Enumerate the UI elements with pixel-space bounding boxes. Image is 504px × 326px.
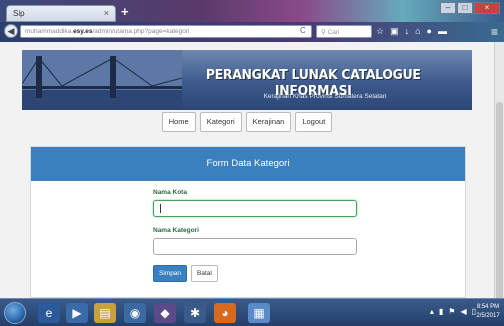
url-path: /admin/utama.php?page=kategori bbox=[92, 28, 190, 35]
cancel-button[interactable]: Batal bbox=[191, 265, 218, 282]
category-label: Nama Kategori bbox=[153, 227, 199, 234]
form-heading: Form Data Kategori bbox=[31, 147, 465, 181]
scrollbar-thumb[interactable] bbox=[496, 102, 503, 302]
browser-tab[interactable]: Sip × bbox=[6, 5, 116, 22]
save-button[interactable]: Simpan bbox=[153, 265, 188, 282]
address-bar[interactable]: muhammaddika.esy.es/admin/utama.php?page… bbox=[20, 25, 312, 38]
clock-date: 2/5/2017 bbox=[476, 313, 500, 319]
taskbar: e ▶ ▤ ◉ ◆ ✱ ◕ ▦ ▴ ▮ ⚑ ◀ ▯ 8:54 PM 2/5/20… bbox=[0, 298, 504, 326]
browser-navbar: ◀ muhammaddika.esy.es/admin/utama.php?pa… bbox=[0, 22, 504, 42]
star-icon[interactable]: ☆ bbox=[376, 26, 384, 37]
clock-time: 8:54 PM bbox=[476, 304, 500, 310]
minimize-button[interactable]: – bbox=[440, 2, 456, 14]
search-icon: ⚲ bbox=[321, 29, 326, 36]
start-button[interactable] bbox=[4, 302, 26, 324]
city-group: Nama Kota bbox=[153, 189, 363, 217]
app-icon[interactable]: ◆ bbox=[154, 303, 176, 323]
toolbar-icons: ☆ ▣ ↓ ⌂ ● ▬ bbox=[376, 26, 447, 37]
volume-icon[interactable]: ◀ bbox=[460, 307, 466, 316]
main-menu: Home Kategori Kerajinan Logout bbox=[0, 112, 494, 132]
close-window-button[interactable]: × bbox=[474, 2, 500, 14]
form-panel: Form Data Kategori Nama Kota Nama Katego… bbox=[30, 146, 466, 298]
city-label: Nama Kota bbox=[153, 189, 187, 196]
clipboard-icon[interactable]: ▣ bbox=[390, 26, 399, 37]
clock[interactable]: 8:54 PM 2/5/2017 bbox=[476, 303, 500, 321]
city-input[interactable] bbox=[153, 200, 357, 217]
back-button[interactable]: ◀ bbox=[4, 24, 18, 38]
category-form: Nama Kota Nama Kategori Simpan Batal bbox=[153, 189, 363, 282]
search-placeholder: Cari bbox=[327, 29, 340, 36]
new-tab-button[interactable]: + bbox=[121, 4, 129, 19]
show-hidden-icon[interactable]: ▴ bbox=[430, 307, 434, 316]
url-prefix: muhammaddika. bbox=[25, 28, 74, 35]
bridge-image bbox=[22, 50, 182, 110]
text-caret bbox=[160, 204, 161, 213]
app2-icon[interactable]: ✱ bbox=[184, 303, 206, 323]
window-controls: – □ × bbox=[440, 2, 500, 14]
category-group: Nama Kategori bbox=[153, 227, 363, 255]
page-subtitle: Kerajinan Khas Provinsi Sumatera Selatan bbox=[263, 93, 387, 100]
system-tray: ▴ ▮ ⚑ ◀ ▯ bbox=[430, 307, 476, 316]
download-icon[interactable]: ↓ bbox=[405, 26, 410, 37]
flag-icon[interactable]: ⚑ bbox=[448, 307, 455, 316]
tab-title: Sip bbox=[13, 9, 25, 18]
menu-kategori[interactable]: Kategori bbox=[199, 112, 242, 132]
menu-kerajinan[interactable]: Kerajinan bbox=[245, 112, 292, 132]
pocket-icon[interactable]: ● bbox=[427, 26, 432, 37]
browser-titlebar: Sip × + – □ × bbox=[0, 0, 504, 22]
search-input[interactable]: ⚲ Cari bbox=[316, 25, 372, 38]
folder-icon[interactable]: ▤ bbox=[94, 303, 116, 323]
menu-home[interactable]: Home bbox=[161, 112, 196, 132]
app3-icon[interactable]: ▦ bbox=[248, 303, 270, 323]
chrome-icon[interactable]: ◉ bbox=[124, 303, 146, 323]
tab-close-icon[interactable]: × bbox=[104, 8, 109, 18]
ie-icon[interactable]: e bbox=[38, 303, 60, 323]
url-domain: esy.es bbox=[73, 28, 93, 35]
firefox-icon[interactable]: ◕ bbox=[214, 303, 236, 323]
menu-logout[interactable]: Logout bbox=[295, 112, 333, 132]
home-icon[interactable]: ⌂ bbox=[415, 26, 420, 37]
page-viewport: PERANGKAT LUNAK CATALOGUE INFORMASI Kera… bbox=[0, 42, 494, 298]
media-player-icon[interactable]: ▶ bbox=[66, 303, 88, 323]
page-scrollbar[interactable] bbox=[494, 42, 504, 302]
category-input[interactable] bbox=[153, 238, 357, 255]
form-actions: Simpan Batal bbox=[153, 265, 363, 282]
reload-icon[interactable]: C bbox=[300, 26, 306, 35]
extension-icon[interactable]: ▬ bbox=[438, 26, 447, 37]
maximize-button[interactable]: □ bbox=[457, 2, 473, 14]
header-banner: PERANGKAT LUNAK CATALOGUE INFORMASI Kera… bbox=[22, 50, 472, 110]
network-icon[interactable]: ▮ bbox=[439, 307, 443, 316]
hamburger-menu-icon[interactable]: ≡ bbox=[491, 25, 498, 39]
